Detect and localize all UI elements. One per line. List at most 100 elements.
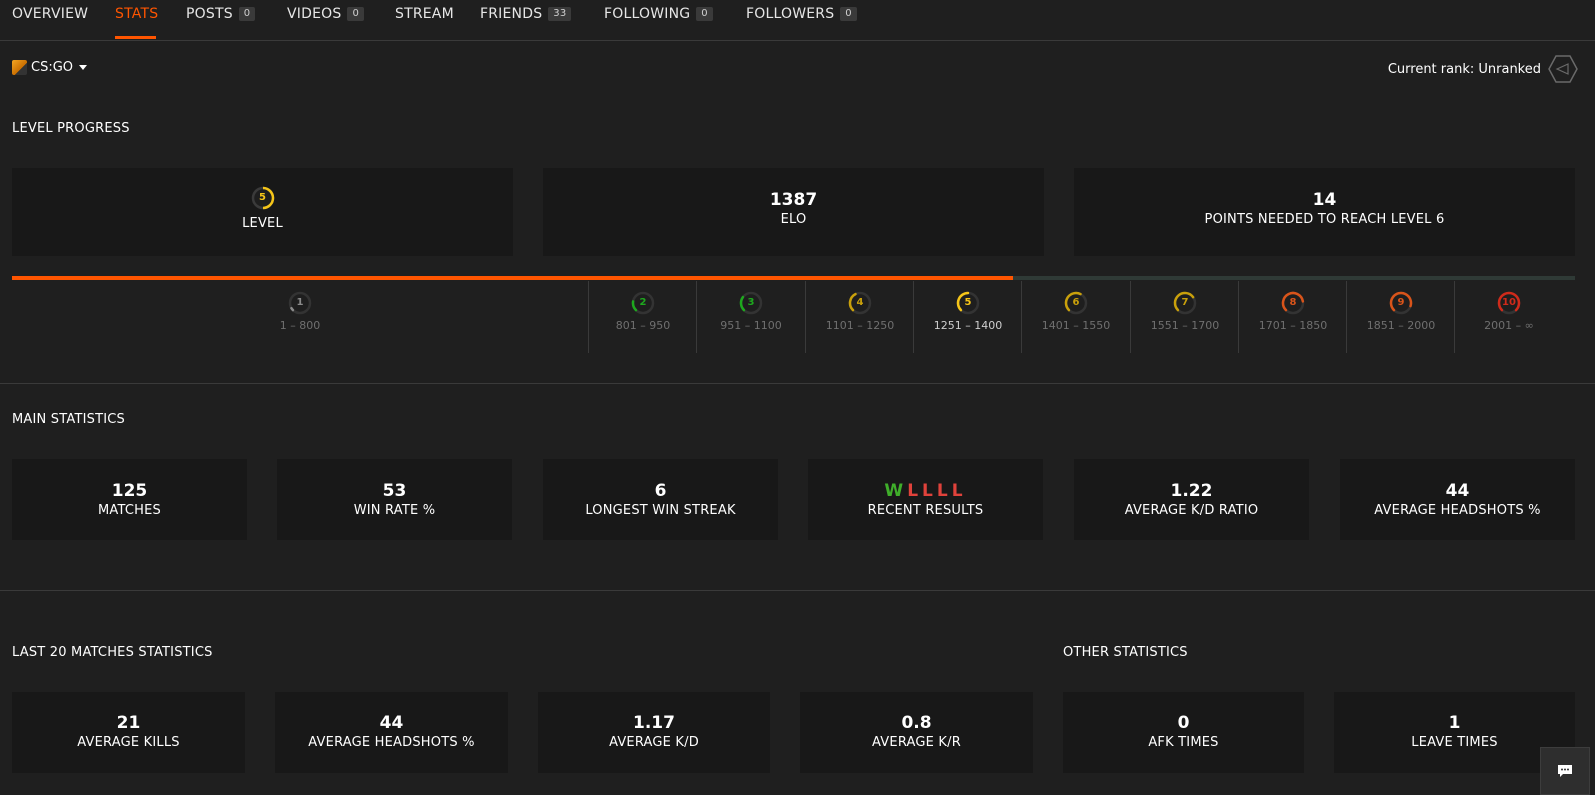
elo-range-label: 1101 – 1250 bbox=[825, 319, 895, 332]
stat-label: AVERAGE KILLS bbox=[77, 735, 180, 750]
level-range-2: 2 801 – 950 bbox=[588, 281, 697, 353]
level-9-icon: 9 bbox=[1389, 291, 1413, 315]
stat-card-headshots: 44 AVERAGE HEADSHOTS % bbox=[1340, 459, 1575, 540]
game-selector[interactable]: CS:GO bbox=[12, 60, 88, 75]
tab-posts[interactable]: POSTS 0 bbox=[186, 6, 256, 22]
section-title-main-statistics: MAIN STATISTICS bbox=[12, 412, 125, 427]
elo-range-label: 1251 – 1400 bbox=[933, 319, 1003, 332]
stat-value: 21 bbox=[116, 713, 141, 733]
stat-label: LEAVE TIMES bbox=[1411, 735, 1498, 750]
tab-label: FOLLOWERS bbox=[746, 6, 835, 22]
level-range-1: 1 1 – 800 bbox=[12, 281, 588, 353]
chat-icon bbox=[1558, 765, 1572, 777]
stat-label: AVERAGE K/D bbox=[609, 735, 699, 750]
stat-label: AFK TIMES bbox=[1148, 735, 1219, 750]
stat-value: 6 bbox=[654, 481, 667, 501]
tab-stream[interactable]: STREAM bbox=[395, 6, 454, 22]
stat-value: 1.22 bbox=[1170, 481, 1213, 501]
level-6-icon: 6 bbox=[1064, 291, 1088, 315]
level-number: 1 bbox=[296, 297, 304, 308]
level-card: 5 LEVEL bbox=[12, 168, 513, 256]
recent-results-value: WLLLL bbox=[808, 481, 1043, 501]
profile-tabs: OVERVIEW STATS POSTS 0 VIDEOS 0 STREAM FRI… bbox=[0, 0, 1595, 41]
rank-text: Current rank: Unranked bbox=[1387, 61, 1541, 77]
count-badge: 0 bbox=[696, 7, 713, 21]
elo-progress-fill bbox=[12, 276, 1013, 280]
level-number: 6 bbox=[1072, 297, 1080, 308]
stat-label: WIN RATE % bbox=[353, 503, 436, 518]
level-number: 9 bbox=[1397, 297, 1405, 308]
stat-card-average-kd: 1.17 AVERAGE K/D bbox=[538, 692, 770, 773]
level-3-icon: 3 bbox=[739, 291, 763, 315]
stat-card-afk-times: 0 AFK TIMES bbox=[1063, 692, 1304, 773]
result-win: W bbox=[884, 481, 908, 501]
elo-range-label: 2001 – ∞ bbox=[1484, 319, 1534, 332]
stat-card-average-kr: 0.8 AVERAGE K/R bbox=[800, 692, 1033, 773]
stat-card-average-kills: 21 AVERAGE KILLS bbox=[12, 692, 245, 773]
level-number: 7 bbox=[1181, 297, 1189, 308]
points-value: 14 bbox=[1312, 190, 1337, 210]
tab-videos[interactable]: VIDEOS 0 bbox=[287, 6, 365, 22]
points-needed-card: 14 POINTS NEEDED TO REACH LEVEL 6 bbox=[1074, 168, 1575, 256]
section-title-other-statistics: OTHER STATISTICS bbox=[1063, 645, 1188, 660]
stat-card-matches: 125 MATCHES bbox=[12, 459, 247, 540]
level-4-icon: 4 bbox=[848, 291, 872, 315]
chevron-down-icon bbox=[79, 65, 88, 70]
tab-following[interactable]: FOLLOWING 0 bbox=[604, 6, 713, 22]
chat-button[interactable] bbox=[1540, 747, 1590, 795]
result-loss: L bbox=[951, 481, 967, 501]
level-range-7: 7 1551 – 1700 bbox=[1130, 281, 1239, 353]
level-range-6: 6 1401 – 1550 bbox=[1021, 281, 1130, 353]
elo-range-label: 1701 – 1850 bbox=[1258, 319, 1328, 332]
tab-label: FOLLOWING bbox=[604, 6, 691, 22]
tab-stats[interactable]: STATS bbox=[115, 6, 158, 22]
stat-card-average-headshots: 44 AVERAGE HEADSHOTS % bbox=[275, 692, 508, 773]
level-7-icon: 7 bbox=[1173, 291, 1197, 315]
level-range-10: 10 2001 – ∞ bbox=[1454, 281, 1563, 353]
stat-value: 0.8 bbox=[901, 713, 932, 733]
stat-value: 1.17 bbox=[633, 713, 675, 733]
elo-progress-bar bbox=[12, 276, 1575, 280]
stat-label: MATCHES bbox=[98, 503, 161, 518]
rank-hexagon-icon bbox=[1548, 55, 1578, 83]
result-loss: L bbox=[922, 481, 937, 501]
elo-range-label: 1 – 800 bbox=[279, 319, 321, 332]
stat-label: AVERAGE K/R bbox=[872, 735, 961, 750]
stat-label: AVERAGE HEADSHOTS % bbox=[1374, 503, 1541, 518]
tab-overview[interactable]: OVERVIEW bbox=[12, 6, 88, 22]
level-1-icon: 1 bbox=[288, 291, 312, 315]
level-5-icon: 5 bbox=[956, 291, 980, 315]
csgo-game-icon bbox=[12, 60, 27, 75]
stat-label: LONGEST WIN STREAK bbox=[585, 503, 736, 518]
count-badge: 33 bbox=[548, 7, 572, 21]
stat-card-win-rate: 53 WIN RATE % bbox=[277, 459, 512, 540]
level-label: LEVEL bbox=[242, 216, 283, 231]
level-number: 10 bbox=[1502, 297, 1516, 308]
tab-label: STATS bbox=[115, 6, 159, 22]
level-number: 8 bbox=[1289, 297, 1297, 308]
stat-card-leave-times: 1 LEAVE TIMES bbox=[1334, 692, 1575, 773]
level-8-icon: 8 bbox=[1281, 291, 1305, 315]
elo-range-label: 1551 – 1700 bbox=[1150, 319, 1220, 332]
stat-label: AVERAGE HEADSHOTS % bbox=[308, 735, 475, 750]
points-label: POINTS NEEDED TO REACH LEVEL 6 bbox=[1204, 212, 1445, 227]
level-5-icon: 5 bbox=[251, 186, 275, 210]
elo-range-label: 801 – 950 bbox=[615, 319, 671, 332]
stat-value: 125 bbox=[111, 481, 148, 501]
elo-label: ELO bbox=[780, 212, 807, 227]
tab-friends[interactable]: FRIENDS 33 bbox=[480, 6, 572, 22]
stat-card-kd-ratio: 1.22 AVERAGE K/D RATIO bbox=[1074, 459, 1309, 540]
level-number: 5 bbox=[259, 192, 266, 203]
elo-range-label: 951 – 1100 bbox=[720, 319, 782, 332]
elo-value: 1387 bbox=[769, 190, 818, 210]
level-range-3: 3 951 – 1100 bbox=[696, 281, 805, 353]
count-badge: 0 bbox=[347, 7, 365, 21]
tab-followers[interactable]: FOLLOWERS 0 bbox=[746, 6, 857, 22]
stat-value: 0 bbox=[1177, 713, 1190, 733]
stat-value: 53 bbox=[382, 481, 407, 501]
tab-label: VIDEOS bbox=[287, 6, 342, 22]
level-number: 3 bbox=[747, 297, 755, 308]
stat-label: RECENT RESULTS bbox=[867, 503, 984, 518]
elo-range-label: 1401 – 1550 bbox=[1041, 319, 1111, 332]
tab-label: FRIENDS bbox=[480, 6, 543, 22]
